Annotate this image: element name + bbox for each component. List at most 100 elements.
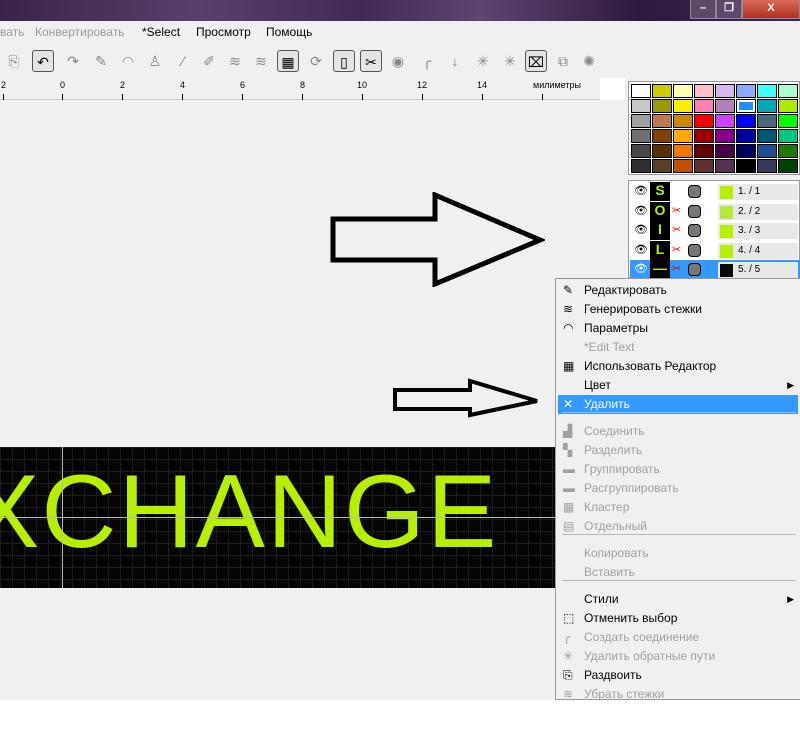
stitch-type-icon[interactable] bbox=[688, 243, 701, 257]
color-swatch[interactable] bbox=[652, 114, 672, 128]
embroidery-design[interactable]: XCHANGE bbox=[0, 447, 555, 588]
color-swatch[interactable] bbox=[631, 99, 651, 113]
color-swatch[interactable] bbox=[715, 144, 735, 158]
menu-convert[interactable]: Конвертировать bbox=[35, 25, 125, 39]
view-icon[interactable]: ◉ bbox=[387, 50, 409, 72]
view-cut-icon[interactable]: ✂ bbox=[360, 50, 382, 72]
menu-help[interactable]: Помощь bbox=[266, 25, 312, 39]
eye-icon[interactable]: 👁 bbox=[634, 243, 648, 256]
color-swatch[interactable] bbox=[715, 129, 735, 143]
menu-convert-partial[interactable]: вать bbox=[0, 25, 24, 39]
color-swatch[interactable] bbox=[694, 144, 714, 158]
shirt-icon[interactable]: ♙ bbox=[144, 50, 166, 72]
menu-item[interactable]: ≋ Убрать стежки bbox=[558, 685, 798, 704]
stitch-type-icon[interactable] bbox=[688, 263, 701, 276]
editor-icon[interactable]: ▦ bbox=[277, 50, 299, 72]
menu-select[interactable]: *Select bbox=[142, 25, 180, 39]
eyedropper-icon[interactable]: ⁄ bbox=[172, 50, 194, 72]
color-swatch[interactable] bbox=[736, 144, 756, 158]
hoop-icon[interactable]: ⌧ bbox=[525, 50, 547, 72]
color-swatch[interactable] bbox=[715, 114, 735, 128]
color-swatch[interactable] bbox=[778, 144, 798, 158]
color-swatch[interactable] bbox=[673, 99, 693, 113]
menu-item[interactable]: ⎘ Раздвоить bbox=[558, 666, 798, 685]
color-swatch[interactable] bbox=[631, 159, 651, 173]
menu-item[interactable]: ▬ Расгруппировать bbox=[558, 479, 798, 498]
color-swatch[interactable] bbox=[631, 84, 651, 98]
star2-icon[interactable]: ✳ bbox=[499, 50, 521, 72]
copy-icon[interactable]: ⧉ bbox=[552, 50, 574, 72]
color-swatch[interactable] bbox=[757, 84, 777, 98]
layer-row[interactable]: 👁 I ✂ 3. / 3 bbox=[630, 221, 800, 240]
menu-item[interactable]: ✎ Редактировать bbox=[558, 281, 798, 300]
color-swatch[interactable] bbox=[652, 159, 672, 173]
color-swatch[interactable] bbox=[778, 99, 798, 113]
color-swatch[interactable] bbox=[652, 144, 672, 158]
color-swatch[interactable] bbox=[757, 99, 777, 113]
menu-item[interactable]: Стили ▶ bbox=[558, 590, 798, 609]
layer-row[interactable]: 👁 — ✂ 5. / 5 bbox=[630, 260, 800, 279]
edit-node-icon[interactable]: ✎ bbox=[90, 50, 112, 72]
menu-item[interactable]: Цвет ▶ bbox=[558, 376, 798, 395]
scissors-icon[interactable]: ✂ bbox=[672, 204, 681, 217]
color-swatch[interactable] bbox=[652, 129, 672, 143]
scissors-icon[interactable]: ✂ bbox=[672, 262, 681, 275]
color-swatch[interactable] bbox=[673, 114, 693, 128]
star-icon[interactable]: ✳ bbox=[472, 50, 494, 72]
color-swatch[interactable] bbox=[736, 129, 756, 143]
redo-icon[interactable]: ↷ bbox=[62, 50, 84, 72]
color-swatch[interactable] bbox=[694, 159, 714, 173]
color-swatch[interactable] bbox=[694, 114, 714, 128]
design-canvas[interactable] bbox=[0, 100, 625, 700]
color-swatch[interactable] bbox=[736, 84, 756, 98]
color-swatch[interactable] bbox=[631, 144, 651, 158]
color-swatch[interactable] bbox=[715, 84, 735, 98]
menu-item[interactable]: ◠ Параметры bbox=[558, 319, 798, 338]
color-swatch[interactable] bbox=[673, 144, 693, 158]
stitch-type-icon[interactable] bbox=[688, 204, 701, 218]
layer-row[interactable]: 👁 L ✂ 4. / 4 bbox=[630, 240, 800, 260]
color-swatch[interactable] bbox=[673, 84, 693, 98]
color-swatch[interactable] bbox=[673, 159, 693, 173]
menu-item[interactable]: ▦ Использовать Редактор bbox=[558, 357, 798, 376]
parameters-icon[interactable]: ◠ bbox=[117, 50, 139, 72]
menu-item[interactable]: ✳ Удалить обратные пути bbox=[558, 647, 798, 666]
color-swatch[interactable] bbox=[694, 129, 714, 143]
restore-button[interactable]: ❐ bbox=[716, 0, 742, 19]
down-icon[interactable]: ↓ bbox=[444, 50, 466, 72]
color-swatch[interactable] bbox=[652, 84, 672, 98]
menu-item[interactable]: ▚ Разделить bbox=[558, 441, 798, 460]
connect-icon[interactable]: ╭ bbox=[416, 50, 438, 72]
menu-item[interactable]: ▬ Группировать bbox=[558, 460, 798, 479]
close-button[interactable]: X bbox=[742, 0, 800, 19]
scissors-icon[interactable]: ✂ bbox=[672, 223, 681, 236]
color-swatch[interactable] bbox=[757, 129, 777, 143]
color-swatch[interactable] bbox=[778, 114, 798, 128]
menu-view[interactable]: Просмотр bbox=[196, 25, 251, 39]
color-swatch[interactable] bbox=[631, 114, 651, 128]
color-swatch[interactable] bbox=[757, 114, 777, 128]
layer-row[interactable]: 👁 S 1. / 1 bbox=[630, 182, 800, 201]
stitch-type-icon[interactable] bbox=[688, 224, 701, 237]
menu-item[interactable]: ≋ Генерировать стежки bbox=[558, 300, 798, 319]
paste-icon[interactable]: ⎘ bbox=[3, 50, 25, 72]
color-swatch[interactable] bbox=[757, 144, 777, 158]
color-swatch[interactable] bbox=[694, 84, 714, 98]
menu-item[interactable]: Копировать bbox=[558, 544, 798, 563]
layer-row[interactable]: 👁 O ✂ 2. / 2 bbox=[630, 201, 800, 221]
settings-icon[interactable]: ✺ bbox=[578, 50, 600, 72]
menu-item[interactable]: ⬚ Отменить выбор bbox=[558, 609, 798, 628]
menu-item[interactable]: *Edit Text bbox=[558, 338, 798, 357]
color-swatch[interactable] bbox=[736, 114, 756, 128]
frame-icon[interactable]: ▯ bbox=[333, 50, 355, 72]
color-swatch[interactable] bbox=[673, 129, 693, 143]
color-swatch[interactable] bbox=[694, 99, 714, 113]
menu-item[interactable]: ▦ Кластер bbox=[558, 498, 798, 517]
color-swatch[interactable] bbox=[778, 159, 798, 173]
color-swatch[interactable] bbox=[715, 159, 735, 173]
color-swatch[interactable] bbox=[631, 129, 651, 143]
color-swatch[interactable] bbox=[652, 99, 672, 113]
color-swatch[interactable] bbox=[778, 129, 798, 143]
scissors-icon[interactable]: ✂ bbox=[672, 243, 681, 256]
menu-item[interactable]: ▟ Соединить bbox=[558, 422, 798, 441]
